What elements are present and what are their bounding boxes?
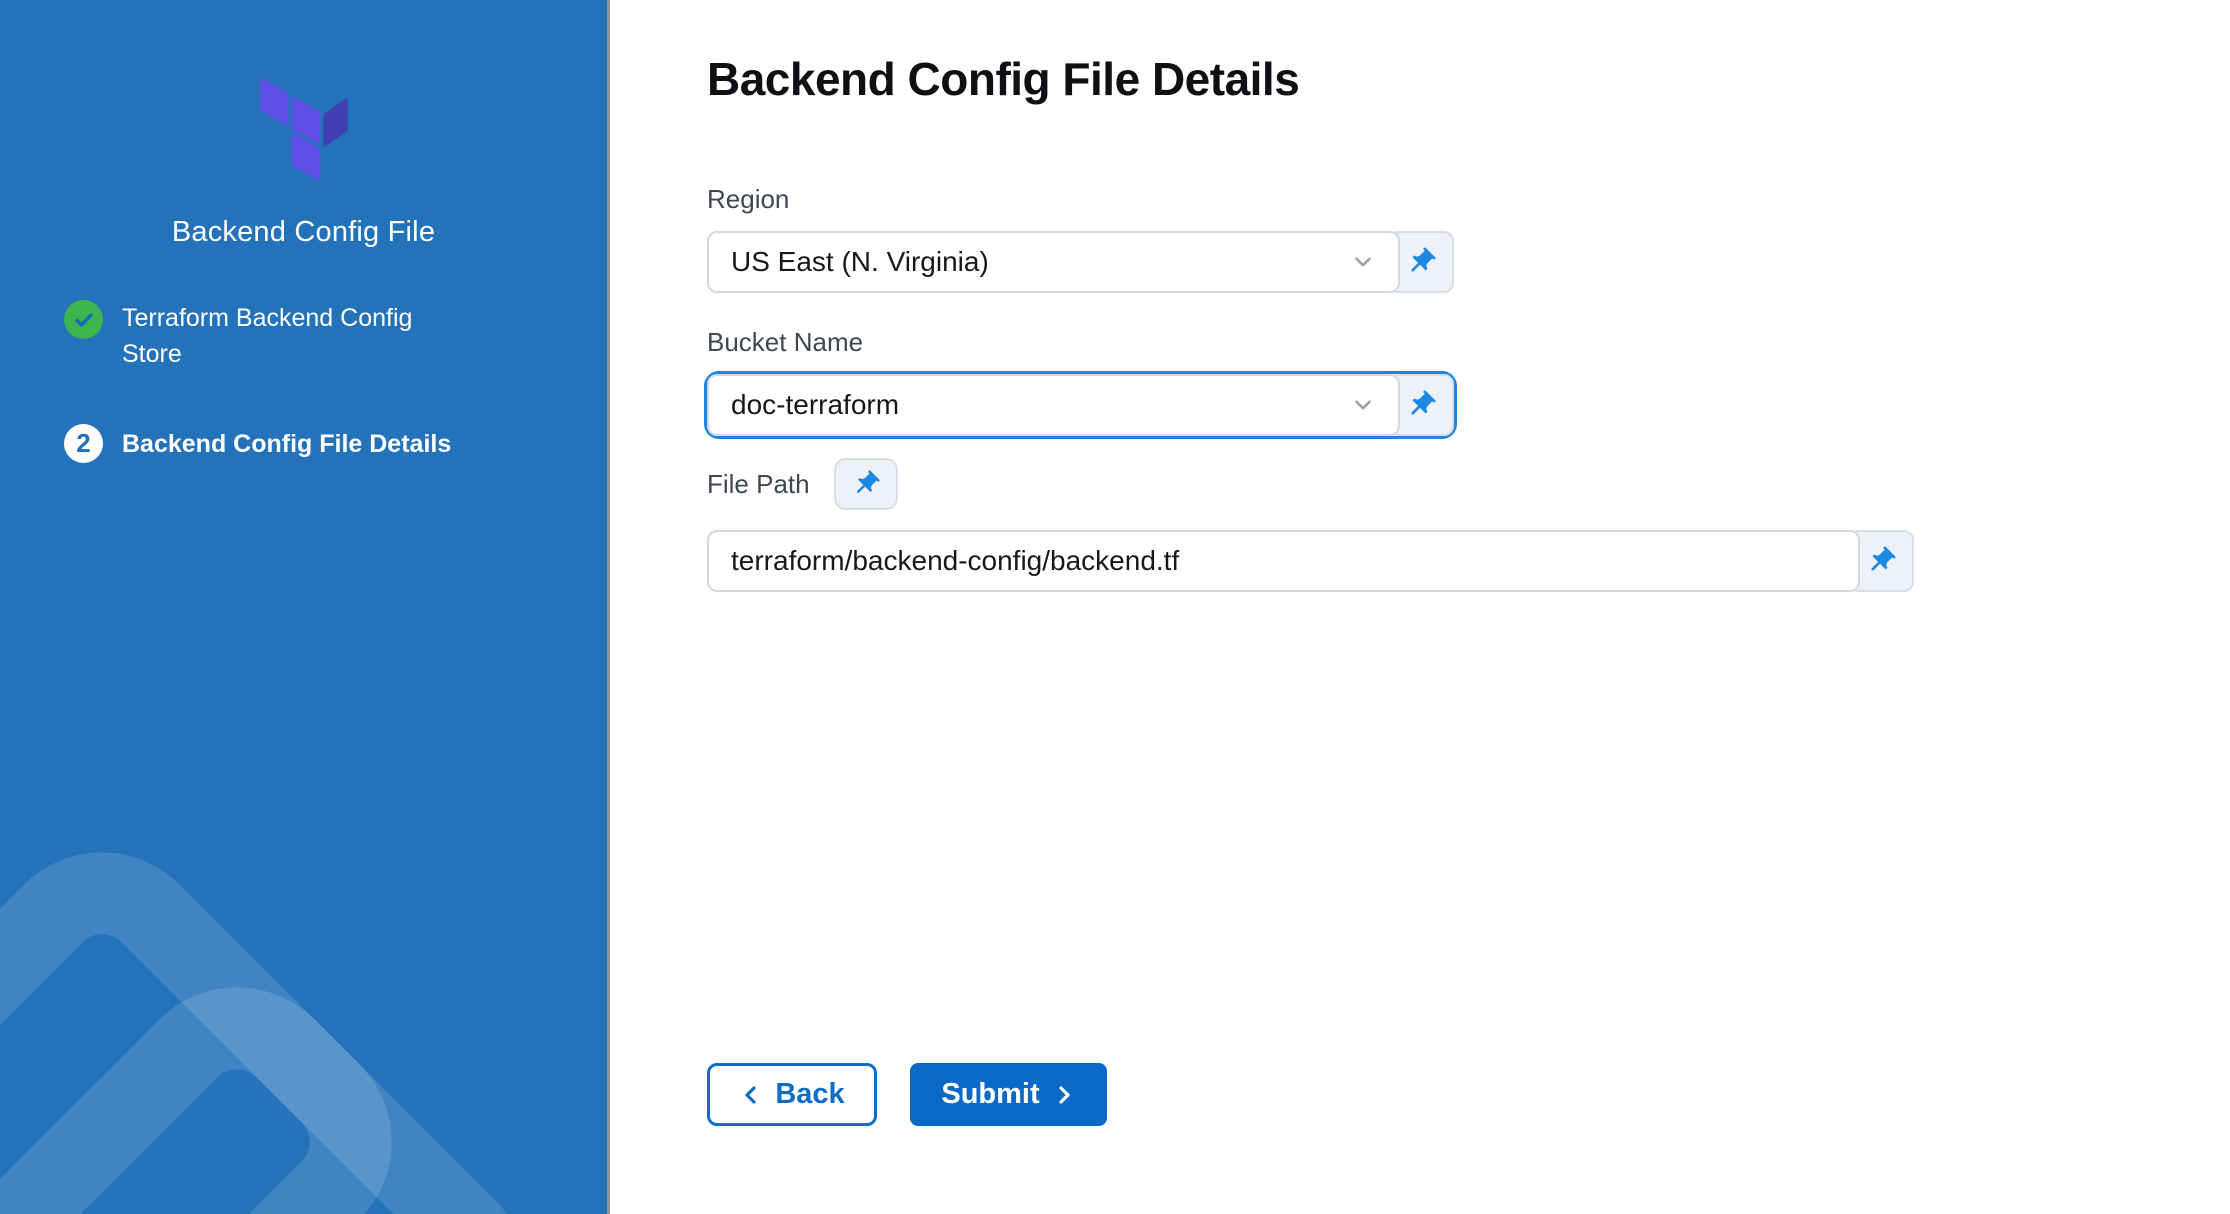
chevron-down-icon [1350,392,1376,418]
pin-icon [1398,239,1443,284]
bucket-name-field: Bucket Name doc-terraform [707,326,1454,436]
file-path-pin-button[interactable] [834,458,898,510]
file-path-input[interactable] [707,530,1860,592]
pin-icon [1398,382,1443,427]
page-title: Backend Config File Details [707,52,1299,106]
chevron-left-icon [739,1083,763,1107]
watermark-shape [0,807,437,1214]
step-label: Terraform Backend Config Store [122,300,472,372]
watermark-shape [0,942,572,1214]
step-backend-config-file-details[interactable]: 2 Backend Config File Details [64,424,451,463]
region-field: Region US East (N. Virginia) [707,183,1454,293]
bucket-name-input-group: doc-terraform [707,374,1454,436]
chevron-down-icon [1350,249,1376,275]
region-label: Region [707,183,1454,215]
submit-button[interactable]: Submit [910,1063,1107,1126]
file-path-label: File Path [707,468,810,500]
sidebar: Backend Config File Terraform Backend Co… [0,0,610,1214]
chevron-right-icon [1052,1083,1076,1107]
region-select[interactable]: US East (N. Virginia) [707,231,1400,293]
region-input-group: US East (N. Virginia) [707,231,1454,293]
step-number-badge: 2 [64,424,103,463]
terraform-logo-icon [260,77,348,182]
wizard-screen: Backend Config File Terraform Backend Co… [0,0,2230,1214]
wizard-title: Backend Config File [0,216,607,249]
pin-icon [844,463,886,505]
pin-icon [1858,538,1903,583]
bucket-name-select-value: doc-terraform [731,389,899,421]
step-label: Backend Config File Details [122,426,451,462]
file-path-field: File Path [707,458,1914,592]
file-path-label-row: File Path [707,458,1914,510]
main-panel: Backend Config File Details Region US Ea… [610,0,2230,1214]
back-button[interactable]: Back [707,1063,877,1126]
file-path-input-group [707,530,1914,592]
check-icon [72,308,96,332]
step-terraform-backend-config-store[interactable]: Terraform Backend Config Store [64,300,472,372]
bucket-name-select[interactable]: doc-terraform [707,374,1400,436]
back-button-label: Back [775,1078,844,1111]
submit-button-label: Submit [941,1078,1039,1111]
action-buttons: Back Submit [707,1063,1107,1126]
step-completed-badge [64,300,103,339]
bucket-name-label: Bucket Name [707,326,1454,358]
region-select-value: US East (N. Virginia) [731,246,989,278]
